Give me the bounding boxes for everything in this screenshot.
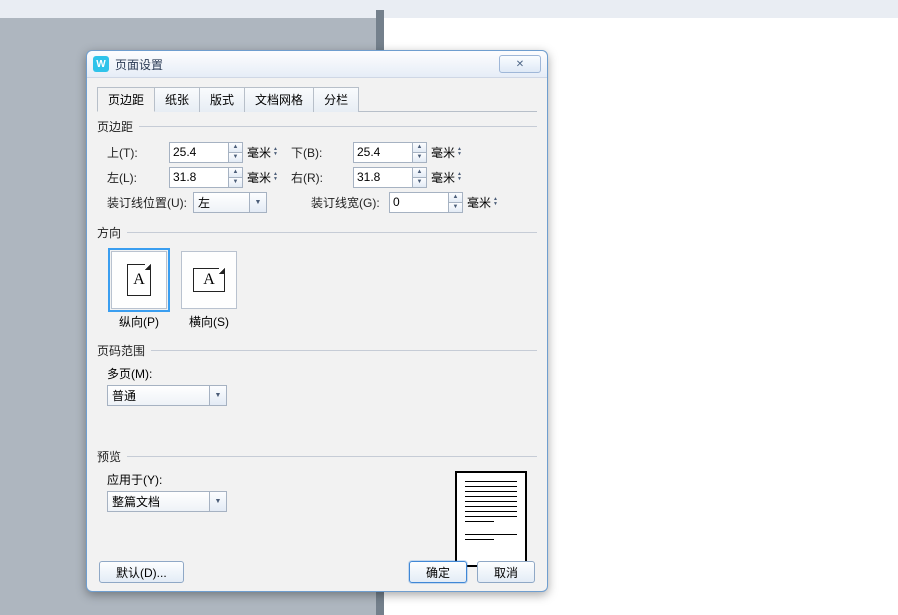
legend-margins: 页边距 [97,118,133,135]
cancel-button[interactable]: 取消 [477,561,535,583]
orientation-portrait-label: 纵向(P) [119,313,159,330]
fieldset-orientation: 方向 A 纵向(P) A 横向(S) [97,224,537,336]
spin-gutter-width[interactable]: ▲▼ [389,192,463,213]
select-apply-to[interactable]: 整篇文档▼ [107,491,227,512]
tab-docgrid[interactable]: 文档网格 [244,87,314,112]
spin-bottom[interactable]: ▲▼ [353,142,427,163]
default-button[interactable]: 默认(D)... [99,561,184,583]
label-top: 上(T): [107,144,169,161]
fieldset-margins: 页边距 上(T): ▲▼ 毫米▲▼ 下(B): ▲▼ 毫米▲▼ 左(L): ▲▼ [97,118,537,218]
spin-down-icon[interactable]: ▼ [413,177,426,187]
titlebar[interactable]: W 页面设置 ✕ [87,51,547,78]
landscape-page-icon: A [193,268,225,292]
unit-bottom[interactable]: 毫米▲▼ [427,144,465,161]
label-right: 右(R): [291,169,353,186]
label-gutter-pos: 装订线位置(U): [107,194,193,211]
label-gutter-width: 装订线宽(G): [311,194,389,211]
input-right[interactable] [354,169,412,186]
orientation-portrait[interactable]: A 纵向(P) [111,251,167,330]
input-bottom[interactable] [354,144,412,161]
button-bar: 默认(D)... 确定 取消 [87,561,547,583]
spin-left[interactable]: ▲▼ [169,167,243,188]
spin-up-icon[interactable]: ▲ [413,143,426,152]
ruler [0,0,898,19]
fieldset-preview: 预览 应用于(Y): 整篇文档▼ [97,448,537,569]
spin-down-icon[interactable]: ▼ [229,177,242,187]
legend-page-scope: 页码范围 [97,342,145,359]
preview-thumbnail [455,471,527,567]
unit-gutter[interactable]: 毫米▲▼ [463,194,501,211]
ok-button[interactable]: 确定 [409,561,467,583]
unit-left[interactable]: 毫米▲▼ [243,169,281,186]
orientation-landscape-label: 横向(S) [189,313,229,330]
spin-down-icon[interactable]: ▼ [413,152,426,162]
label-multi-page: 多页(M): [107,365,537,382]
select-gutter-pos[interactable]: 左▼ [193,192,267,213]
dialog-title: 页面设置 [115,56,499,73]
label-bottom: 下(B): [291,144,353,161]
spin-up-icon[interactable]: ▲ [229,168,242,177]
chevron-down-icon[interactable]: ▼ [209,386,226,405]
legend-orientation: 方向 [97,224,121,241]
app-icon: W [93,56,109,72]
label-apply-to: 应用于(Y): [107,471,227,488]
spin-down-icon[interactable]: ▼ [229,152,242,162]
legend-preview: 预览 [97,448,121,465]
portrait-page-icon: A [127,264,151,296]
close-button[interactable]: ✕ [499,55,541,73]
spin-up-icon[interactable]: ▲ [229,143,242,152]
spin-up-icon[interactable]: ▲ [449,193,462,202]
spin-up-icon[interactable]: ▲ [413,168,426,177]
spin-top[interactable]: ▲▼ [169,142,243,163]
chevron-down-icon[interactable]: ▼ [249,193,266,212]
page-setup-dialog: W 页面设置 ✕ 页边距 纸张 版式 文档网格 分栏 页边距 上(T): ▲▼ … [86,50,548,592]
tab-margins[interactable]: 页边距 [97,87,155,112]
label-left: 左(L): [107,169,169,186]
fieldset-page-scope: 页码范围 多页(M): 普通▼ [97,342,537,408]
tab-paper[interactable]: 纸张 [154,87,200,112]
spin-down-icon[interactable]: ▼ [449,202,462,212]
unit-right[interactable]: 毫米▲▼ [427,169,465,186]
input-gutter-width[interactable] [390,194,448,211]
orientation-landscape[interactable]: A 横向(S) [181,251,237,330]
select-multi-page[interactable]: 普通▼ [107,385,227,406]
chevron-down-icon[interactable]: ▼ [209,492,226,511]
spin-right[interactable]: ▲▼ [353,167,427,188]
input-left[interactable] [170,169,228,186]
tab-strip: 页边距 纸张 版式 文档网格 分栏 [97,86,537,112]
tab-layout[interactable]: 版式 [199,87,245,112]
unit-top[interactable]: 毫米▲▼ [243,144,281,161]
tab-columns[interactable]: 分栏 [313,87,359,112]
input-top[interactable] [170,144,228,161]
